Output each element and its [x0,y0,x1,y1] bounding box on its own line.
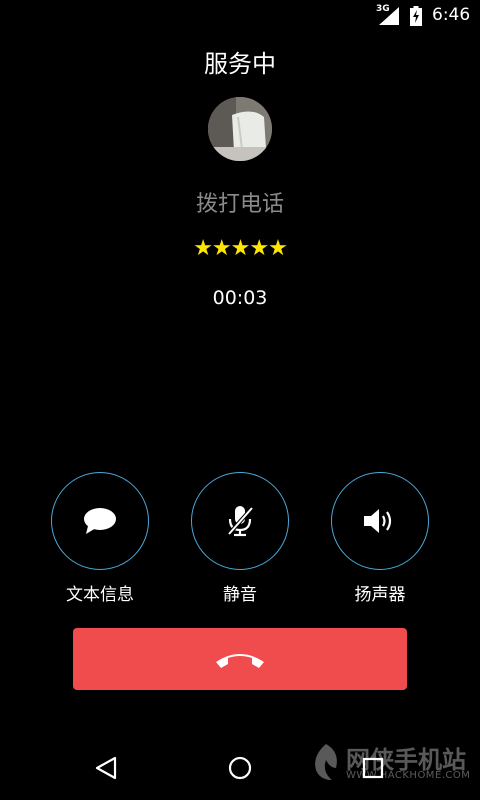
rating-stars: ★★★★★ [193,236,288,261]
message-label: 文本信息 [66,585,134,605]
signal-icon [379,7,399,25]
back-icon [95,756,117,780]
home-button[interactable] [220,748,260,788]
chat-bubble-icon [84,508,116,534]
mic-off-icon [227,506,254,537]
back-button[interactable] [86,748,126,788]
end-call-button[interactable] [73,628,407,690]
battery-charging-icon [410,6,422,26]
speaker-label: 扬声器 [354,585,406,605]
caller-avatar [208,97,272,161]
speaker-icon [364,509,392,533]
watermark-logo-icon [315,744,337,780]
message-button[interactable] [51,472,149,570]
call-timer: 00:03 [212,287,268,309]
call-status-title: 服务中 [204,50,276,78]
speaker-button[interactable] [331,472,429,570]
mute-button[interactable] [191,472,289,570]
status-bar: 3G 6:46 [0,0,480,32]
mute-label: 静音 [223,585,257,605]
watermark-subtitle: WWW.HACKHOME.COM [346,770,471,781]
clock: 6:46 [432,5,471,25]
watermark: 网侠手机站 WWW.HACKHOME.COM [310,740,470,784]
home-icon [228,756,252,780]
hang-up-icon [216,654,264,668]
caller-name: 拨打电话 [195,192,284,217]
